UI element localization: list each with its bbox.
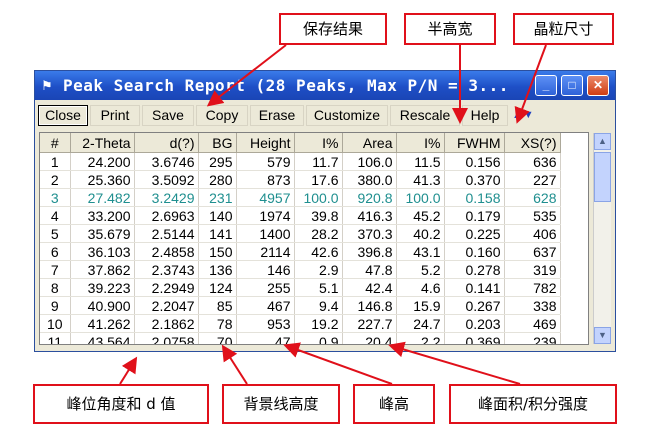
callout-arrows <box>119 44 547 385</box>
arrow-peak-angle <box>119 356 138 385</box>
arrow-area <box>388 341 521 385</box>
arrow-save <box>206 44 287 107</box>
arrow-bg <box>221 344 248 385</box>
arrow-height <box>283 342 393 385</box>
arrow-grain <box>514 44 547 124</box>
